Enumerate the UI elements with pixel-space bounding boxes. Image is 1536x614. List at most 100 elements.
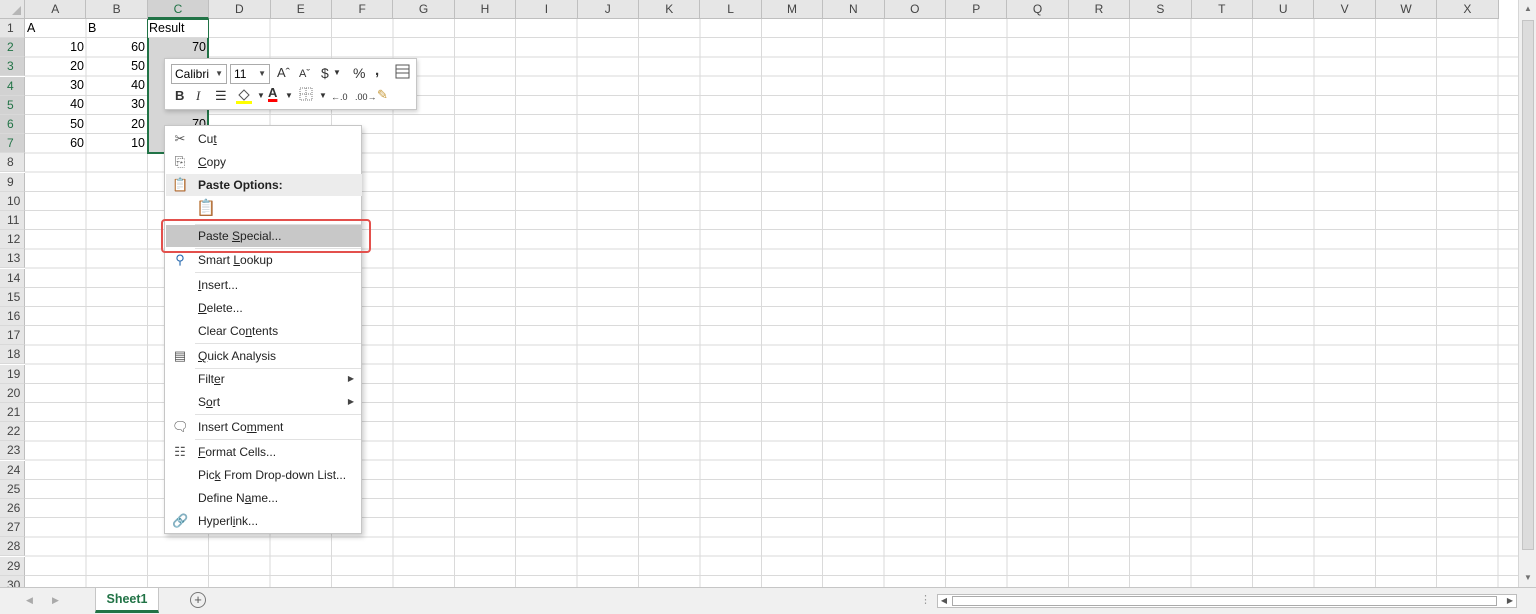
- splitter-handle-icon[interactable]: ⋮: [920, 593, 931, 606]
- format-painter-icon[interactable]: ✎: [377, 87, 388, 103]
- row-header-1[interactable]: 1: [0, 19, 25, 38]
- cell-b5[interactable]: 30: [86, 95, 147, 114]
- row-header-21[interactable]: 21: [0, 403, 25, 422]
- column-header-j[interactable]: J: [577, 0, 639, 19]
- menu-item-hyperlink[interactable]: 🔗 Hyperlink...: [166, 510, 362, 532]
- column-header-r[interactable]: R: [1068, 0, 1131, 19]
- row-header-3[interactable]: 3: [0, 57, 25, 77]
- column-header-v[interactable]: V: [1314, 0, 1376, 19]
- chevron-down-icon[interactable]: ▼: [319, 88, 327, 104]
- chevron-down-icon[interactable]: ▼: [285, 88, 293, 104]
- menu-item-sort[interactable]: Sort ▶: [166, 391, 362, 413]
- vertical-scroll-thumb[interactable]: [1522, 20, 1534, 550]
- horizontal-scroll-thumb[interactable]: [952, 596, 1497, 606]
- menu-item-define-name[interactable]: Define Name...: [166, 487, 362, 509]
- column-header-t[interactable]: T: [1191, 0, 1253, 19]
- row-header-20[interactable]: 20: [0, 383, 25, 403]
- cell-a3[interactable]: 20: [25, 57, 86, 76]
- column-header-s[interactable]: S: [1130, 0, 1192, 19]
- row-header-7[interactable]: 7: [0, 134, 25, 154]
- font-color-button[interactable]: A: [268, 85, 277, 101]
- column-header-w[interactable]: W: [1375, 0, 1438, 19]
- column-header-x[interactable]: X: [1437, 0, 1499, 19]
- row-header-27[interactable]: 27: [0, 518, 25, 538]
- cell-b3[interactable]: 50: [86, 57, 147, 76]
- row-header-15[interactable]: 15: [0, 287, 25, 307]
- menu-item-cut[interactable]: ✂ Cut: [166, 128, 362, 150]
- paste-clipboard-icon[interactable]: 📋: [196, 201, 216, 217]
- font-size-select[interactable]: 11 ▼: [230, 64, 270, 84]
- font-name-select[interactable]: Calibri ▼: [171, 64, 227, 84]
- sheet-nav-prev-icon[interactable]: ◀: [26, 595, 33, 606]
- cell-c1[interactable]: Result: [147, 19, 208, 38]
- decrease-decimal-icon[interactable]: .00→: [355, 89, 377, 105]
- cell-b7[interactable]: 10: [86, 134, 147, 153]
- row-header-6[interactable]: 6: [0, 115, 25, 134]
- cell-b2[interactable]: 60: [86, 38, 147, 57]
- shrink-font-button[interactable]: Aˇ: [299, 66, 310, 82]
- column-header-n[interactable]: N: [823, 0, 885, 19]
- cell-c2[interactable]: 70: [147, 38, 208, 57]
- column-header-o[interactable]: O: [884, 0, 946, 19]
- cell-a4[interactable]: 30: [25, 76, 86, 95]
- column-header-f[interactable]: F: [332, 0, 394, 19]
- cell-b1[interactable]: B: [86, 19, 147, 38]
- cell-a2[interactable]: 10: [25, 38, 86, 57]
- menu-item-clear-contents[interactable]: Clear Contents: [166, 320, 362, 342]
- row-header-22[interactable]: 22: [0, 422, 25, 442]
- cell-b4[interactable]: 40: [86, 76, 147, 95]
- scroll-right-icon[interactable]: ▶: [1504, 595, 1516, 607]
- fill-color-icon[interactable]: [235, 86, 253, 108]
- column-header-g[interactable]: G: [393, 0, 455, 19]
- add-sheet-icon[interactable]: +: [190, 592, 206, 608]
- row-header-10[interactable]: 10: [0, 191, 25, 211]
- menu-item-filter[interactable]: Filter ▶: [166, 368, 362, 390]
- row-header-29[interactable]: 29: [0, 556, 25, 576]
- italic-button[interactable]: I: [196, 88, 200, 104]
- row-header-14[interactable]: 14: [0, 268, 25, 288]
- column-header-c[interactable]: C: [147, 0, 210, 19]
- horizontal-scrollbar[interactable]: ◀ ▶: [937, 594, 1517, 608]
- row-header-24[interactable]: 24: [0, 460, 25, 480]
- row-header-4[interactable]: 4: [0, 76, 25, 96]
- select-all-corner[interactable]: [0, 0, 25, 19]
- column-header-a[interactable]: A: [25, 0, 87, 19]
- column-header-d[interactable]: D: [209, 0, 271, 19]
- menu-item-quick-analysis[interactable]: ▤ Quick Analysis: [166, 345, 362, 367]
- row-header-12[interactable]: 12: [0, 230, 25, 250]
- row-header-18[interactable]: 18: [0, 345, 25, 365]
- column-header-b[interactable]: B: [86, 0, 148, 19]
- column-header-u[interactable]: U: [1253, 0, 1315, 19]
- row-header-16[interactable]: 16: [0, 307, 25, 326]
- format-table-icon[interactable]: [395, 64, 410, 83]
- currency-button[interactable]: $: [321, 65, 329, 81]
- grow-font-button[interactable]: Aˆ: [277, 65, 290, 81]
- menu-item-delete[interactable]: Delete...: [166, 297, 362, 319]
- vertical-scrollbar[interactable]: ▲ ▼: [1518, 0, 1536, 587]
- column-header-e[interactable]: E: [270, 0, 332, 19]
- row-header-23[interactable]: 23: [0, 441, 25, 461]
- row-header-25[interactable]: 25: [0, 479, 25, 499]
- column-header-h[interactable]: H: [454, 0, 517, 19]
- menu-item-insert[interactable]: Insert...: [166, 274, 362, 296]
- increase-decimal-icon[interactable]: ←.0: [331, 89, 348, 105]
- percent-button[interactable]: %: [353, 65, 365, 81]
- comma-button[interactable]: ,: [375, 63, 379, 79]
- row-header-11[interactable]: 11: [0, 211, 25, 230]
- menu-item-copy[interactable]: ⎘ Copy: [166, 151, 362, 173]
- align-center-icon[interactable]: ☰: [215, 88, 227, 104]
- sheet-nav-next-icon[interactable]: ▶: [52, 595, 59, 606]
- menu-item-insert-comment[interactable]: 🗨 Insert Comment: [166, 416, 362, 438]
- cell-a6[interactable]: 50: [25, 115, 86, 134]
- row-header-28[interactable]: 28: [0, 537, 25, 557]
- cell-a1[interactable]: A: [25, 19, 86, 38]
- borders-icon[interactable]: [299, 87, 314, 106]
- column-header-p[interactable]: P: [946, 0, 1008, 19]
- scroll-down-icon[interactable]: ▼: [1522, 572, 1534, 584]
- menu-item-format-cells[interactable]: ☷ Format Cells...: [166, 441, 362, 463]
- row-header-19[interactable]: 19: [0, 364, 25, 384]
- cell-a7[interactable]: 60: [25, 134, 86, 153]
- column-header-i[interactable]: I: [516, 0, 578, 19]
- row-header-2[interactable]: 2: [0, 38, 25, 58]
- column-header-l[interactable]: L: [700, 0, 762, 19]
